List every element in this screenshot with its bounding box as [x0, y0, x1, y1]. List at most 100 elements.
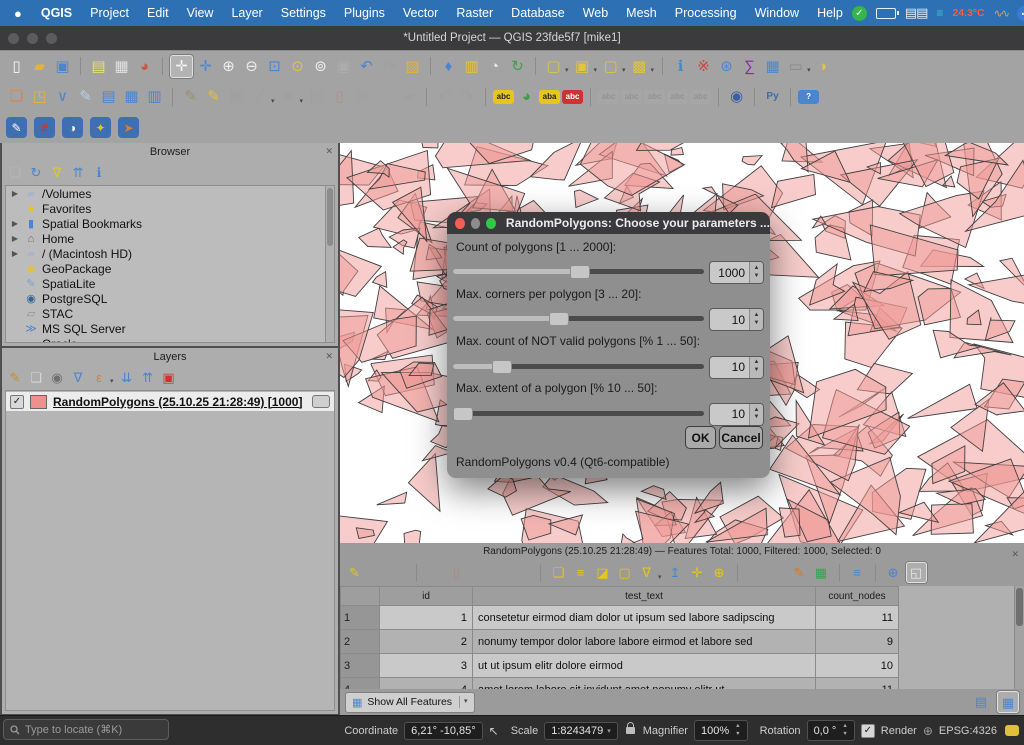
menu-item-qgis[interactable]: QGIS [32, 6, 81, 20]
browser-properties-button[interactable]: ℹ [90, 163, 108, 181]
identify-features-button[interactable]: ℹ [670, 56, 691, 77]
browser-item-volumes[interactable]: ▶▰/Volumes [6, 186, 326, 201]
dialog-minimize-button[interactable] [471, 218, 481, 229]
style-manager-button[interactable]: ◕ [134, 56, 155, 77]
highlight-labels-button[interactable]: abc [562, 90, 583, 104]
attribute-table-button[interactable]: ▦ [762, 56, 783, 77]
menu-item-window[interactable]: Window [746, 6, 808, 20]
bookmarks-button[interactable]: ♦ [438, 56, 459, 77]
zoom-to-selection-button[interactable]: ⊙ [287, 56, 308, 77]
vertex-tool-dropdown[interactable]: ▾ [300, 97, 304, 105]
column-header-count_nodes[interactable]: count_nodes [816, 587, 899, 606]
table-row[interactable]: 44amet lorem labore sit invidunt amet no… [341, 678, 899, 690]
table-cell[interactable]: 1 [380, 606, 473, 630]
attr-form-view-button[interactable]: ▤ [971, 691, 991, 711]
coordinate-value-box[interactable]: 6,21° -10,85° [404, 722, 482, 740]
attr-table-options-button[interactable]: ≡ [848, 563, 867, 582]
attribute-close-icon[interactable]: ✕ [1011, 546, 1019, 563]
slider-handle[interactable] [549, 312, 569, 326]
table-cell[interactable]: 10 [816, 654, 899, 678]
parameter-spinbox-1[interactable]: 10▲▼ [709, 308, 764, 331]
temperature-indicator[interactable]: 24.3°C [952, 7, 984, 19]
delete-selected-button[interactable]: ▯ [329, 86, 350, 107]
render-checkbox[interactable]: ✓ [861, 724, 875, 738]
menu-item-help[interactable]: Help [808, 6, 852, 20]
magnifier-spinbox[interactable]: 100%▲▼ [694, 720, 748, 740]
cancel-button[interactable]: Cancel [719, 426, 763, 449]
table-cell[interactable]: 11 [816, 606, 899, 630]
menu-item-mesh[interactable]: Mesh [617, 6, 666, 20]
layers-close-icon[interactable]: ✕ [325, 351, 333, 362]
table-cell[interactable]: 11 [816, 678, 899, 690]
map-tips-button[interactable]: ◗ [814, 56, 835, 77]
column-header-id[interactable]: id [380, 587, 473, 606]
save-edits-button[interactable]: ▣ [226, 86, 247, 107]
attribute-table[interactable]: idtest_textcount_nodes11consetetur eirmo… [340, 586, 1015, 689]
layer-visibility-checkbox[interactable]: ✓ [10, 395, 24, 409]
plugin-random-polygons-button[interactable]: ✦ [90, 117, 111, 138]
column-header-test_text[interactable]: test_text [473, 587, 816, 606]
rotation-spinbox[interactable]: 0,0 °▲▼ [807, 720, 855, 740]
select-by-value-button[interactable]: ▣ [572, 56, 593, 77]
parameter-spinbox-2[interactable]: 10▲▼ [709, 356, 764, 379]
browser-close-icon[interactable]: ✕ [325, 146, 333, 157]
layer-item-randompolygons[interactable]: ✓ RandomPolygons (25.10.25 21:28:49) [10… [6, 392, 334, 411]
attr-move-selection-top-button[interactable]: ↥ [666, 563, 685, 582]
toggle-editing-button[interactable]: ✎ [203, 86, 224, 107]
browser-item-geopackage[interactable]: ◆GeoPackage [6, 261, 326, 276]
stepper-icon[interactable]: ▲▼ [749, 357, 763, 378]
expander-icon[interactable]: ▶ [10, 189, 20, 198]
python-console-button[interactable]: Py [762, 86, 783, 107]
attr-reload-button[interactable]: ↻ [425, 563, 444, 582]
select-by-value-dropdown[interactable]: ▾ [594, 66, 598, 74]
battery-icon[interactable] [876, 8, 896, 19]
layer-label[interactable]: RandomPolygons (25.10.25 21:28:49) [1000… [53, 395, 306, 409]
slider-handle[interactable] [492, 360, 512, 374]
window-title-bar[interactable]: *Untitled Project — QGIS 23fde5f7 [mike1… [0, 26, 1024, 50]
crs-value[interactable]: EPSG:4326 [939, 725, 997, 737]
deselect-features-button[interactable]: ▢ [600, 56, 621, 77]
measure-dropdown[interactable]: ▾ [807, 66, 811, 74]
zoom-next-button[interactable]: ↷ [379, 56, 400, 77]
attr-delete-field-button[interactable]: ▤ [768, 563, 787, 582]
labeling-options-button[interactable]: aba [539, 90, 560, 104]
dialog-title-bar[interactable]: RandomPolygons: Choose your parameters .… [447, 212, 770, 234]
pan-map-button[interactable]: ✛ [170, 55, 193, 78]
select-by-location-button[interactable]: ▩ [629, 56, 650, 77]
browser-scrollbar[interactable] [325, 185, 335, 343]
corner-header[interactable] [341, 587, 380, 606]
spinbox-value[interactable]: 10 [710, 309, 749, 330]
attr-zoom-button[interactable]: ⊕ [884, 563, 903, 582]
table-cell[interactable]: consetetur eirmod diam dolor ut ipsum se… [473, 606, 816, 630]
parameter-slider-3[interactable] [453, 406, 704, 420]
layer-diagram-button[interactable]: ◕ [516, 86, 537, 107]
select-features-dropdown[interactable]: ▾ [565, 66, 569, 74]
show-hide-labels-button[interactable]: abc [621, 90, 642, 104]
expander-icon[interactable]: ▶ [10, 219, 20, 228]
new-map-view-button[interactable]: ▧ [402, 56, 423, 77]
expander-icon[interactable]: ▶ [10, 234, 20, 243]
modify-attributes-button[interactable]: ▤ [306, 86, 327, 107]
plugin-fox-tools-button[interactable]: ➤ [118, 117, 139, 138]
attr-add-feature-button[interactable]: ❏ [549, 563, 568, 582]
browser-collapse-all-button[interactable]: ⇈ [69, 163, 87, 181]
pan-to-selection-button[interactable]: ✛ [195, 56, 216, 77]
scale-combobox[interactable]: 1:8243479▾ [544, 722, 618, 740]
new-virtual-layer-button[interactable]: ▦ [121, 86, 142, 107]
lock-scale-icon[interactable] [626, 727, 635, 734]
table-cell[interactable]: 4 [380, 678, 473, 690]
dialog-zoom-button[interactable] [486, 218, 496, 229]
cut-features-button[interactable]: ✂ [352, 86, 373, 107]
browser-item-postgresql[interactable]: ◉PostgreSQL [6, 291, 326, 306]
table-cell[interactable]: 3 [380, 654, 473, 678]
new-project-button[interactable]: ▯ [6, 56, 27, 77]
undo-button[interactable]: ↶ [434, 86, 455, 107]
table-cell[interactable]: ut ut ipsum elitr dolore eirmod [473, 654, 816, 678]
pin-labels-button[interactable]: abc [598, 90, 619, 104]
parameter-slider-2[interactable] [453, 359, 704, 373]
attr-zoom-to-selection-button[interactable]: ⊕ [710, 563, 729, 582]
redo-button[interactable]: ↷ [457, 86, 478, 107]
new-shapefile-layer-button[interactable]: ✎ [75, 86, 96, 107]
browser-item-oracle[interactable]: ▭Oracle [6, 336, 326, 343]
attr-pan-to-selection-button[interactable]: ✛ [688, 563, 707, 582]
